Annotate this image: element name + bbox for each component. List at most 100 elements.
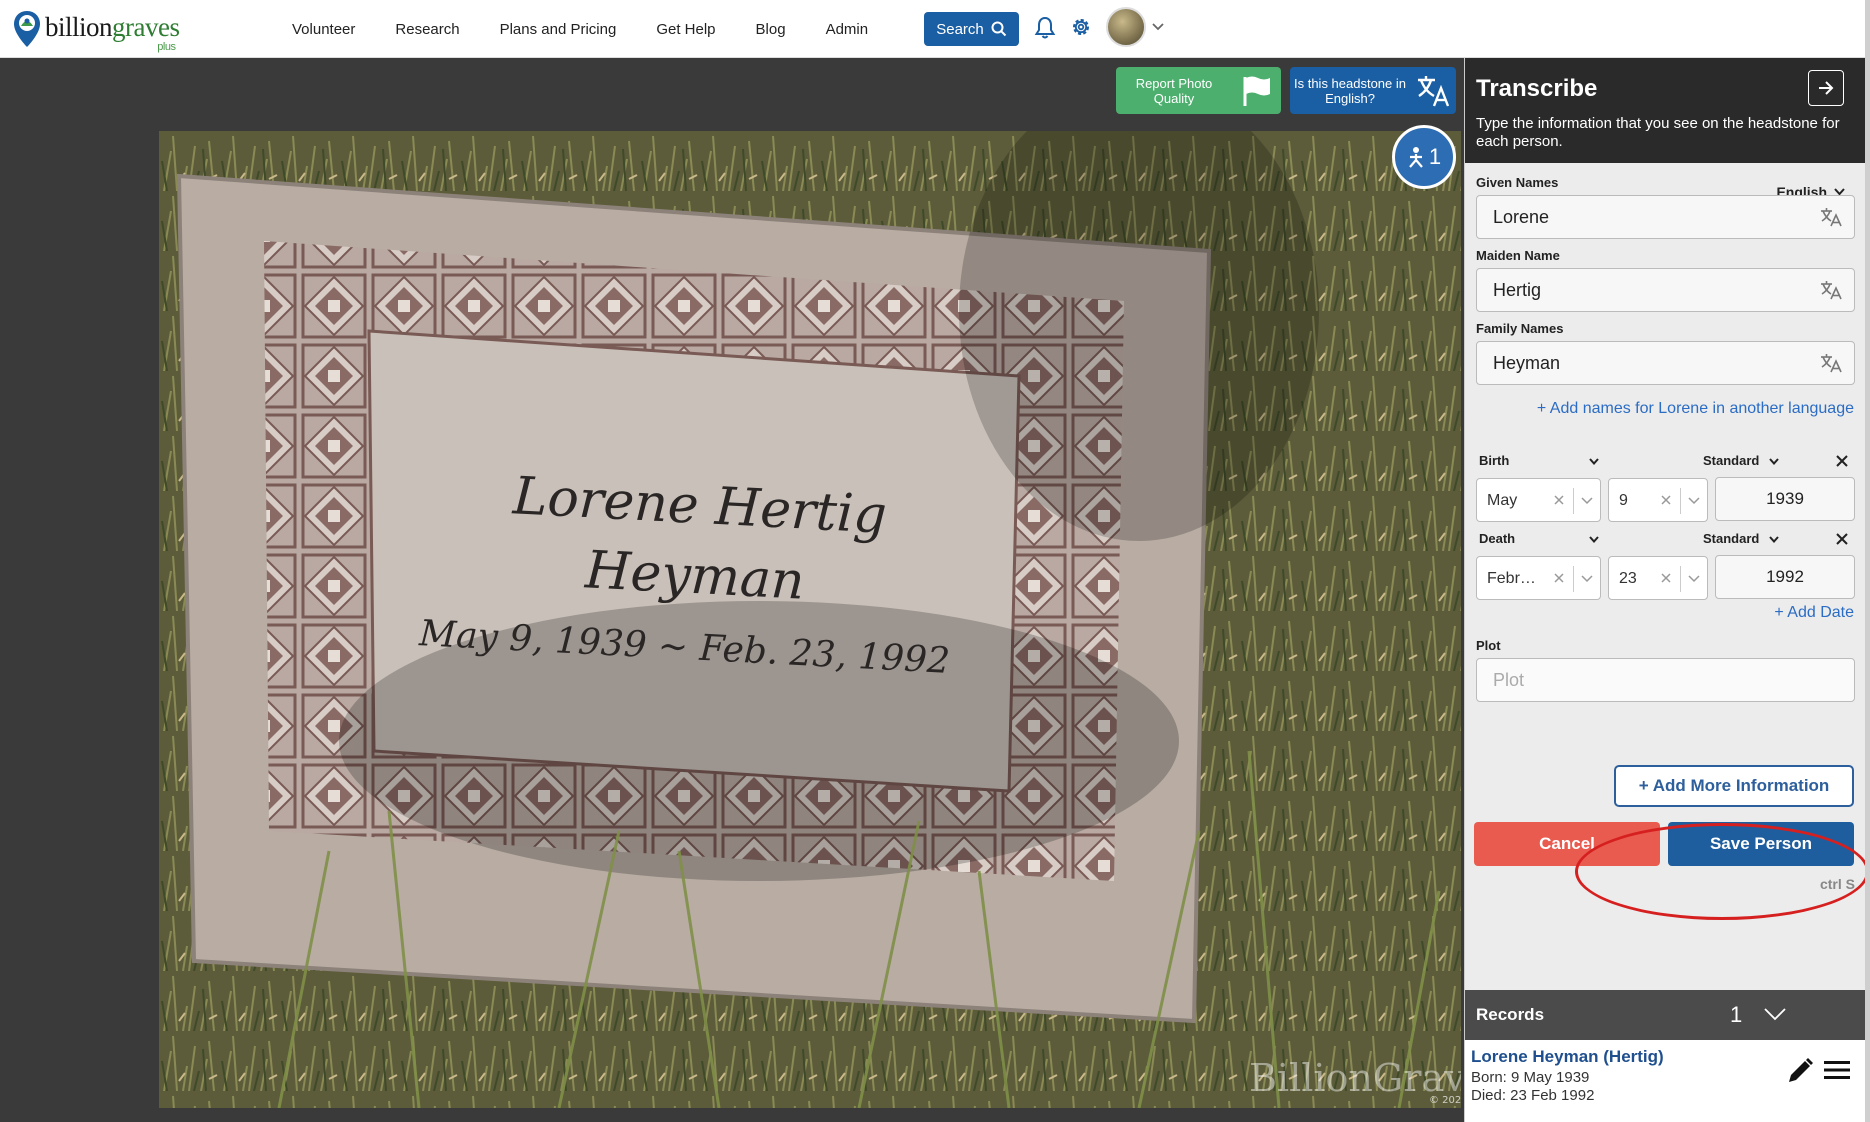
logo-wordmark-part2: graves xyxy=(112,11,180,42)
save-shortcut-hint: ctrl S xyxy=(1819,876,1855,892)
records-section-toggle[interactable]: Records 1 xyxy=(1465,990,1866,1040)
nav-research[interactable]: Research xyxy=(395,21,459,38)
cancel-button[interactable]: Cancel xyxy=(1474,822,1660,866)
user-avatar[interactable] xyxy=(1106,7,1146,47)
birth-event-select[interactable]: Birth xyxy=(1479,453,1599,473)
report-photo-quality-button[interactable]: Report Photo Quality xyxy=(1116,67,1281,114)
maiden-name-label: Maiden Name xyxy=(1476,248,1560,263)
nav-plans-and-pricing[interactable]: Plans and Pricing xyxy=(500,21,617,38)
record-born: Born: 9 May 1939 xyxy=(1471,1069,1590,1086)
add-date-link[interactable]: + Add Date xyxy=(1774,604,1854,622)
main-nav: Volunteer Research Plans and Pricing Get… xyxy=(292,0,908,58)
separator xyxy=(1573,566,1574,592)
search-button-label: Search xyxy=(936,20,984,38)
separator xyxy=(1680,488,1681,514)
chevron-down-icon xyxy=(1688,497,1700,505)
death-month-value: Febr… xyxy=(1487,570,1536,587)
hamburger-icon[interactable] xyxy=(1823,1058,1851,1082)
headstone-image: Lorene Hertig Heyman May 9, 1939 ~ Feb. … xyxy=(159,131,1461,1108)
birth-day-value: 9 xyxy=(1619,492,1628,509)
translate-icon xyxy=(1418,75,1450,106)
arrow-right-icon xyxy=(1819,81,1834,95)
logo-pin-icon xyxy=(14,11,40,47)
birth-day-select[interactable]: 9 xyxy=(1608,478,1708,522)
chevron-down-icon xyxy=(1589,458,1599,465)
death-calendar-label: Standard xyxy=(1703,531,1760,546)
chevron-down-icon xyxy=(1769,458,1779,465)
bell-icon[interactable] xyxy=(1034,16,1056,40)
chevron-down-icon xyxy=(1589,536,1599,543)
add-more-information-button[interactable]: + Add More Information xyxy=(1614,765,1854,807)
birth-calendar-label: Standard xyxy=(1703,453,1760,468)
records-title: Records xyxy=(1476,1005,1545,1024)
death-year-input[interactable] xyxy=(1715,555,1855,599)
headstone-language-label: Is this headstone in English? xyxy=(1293,75,1407,106)
separator xyxy=(1573,488,1574,514)
translate-icon[interactable] xyxy=(1820,207,1842,227)
maiden-name-input[interactable] xyxy=(1476,268,1855,312)
death-day-select[interactable]: 23 xyxy=(1608,556,1708,600)
plot-label: Plot xyxy=(1476,638,1501,653)
close-icon[interactable] xyxy=(1835,454,1849,468)
nav-volunteer[interactable]: Volunteer xyxy=(292,21,355,38)
translate-icon[interactable] xyxy=(1820,280,1842,300)
photo-copyright: © 2020 xyxy=(1429,1095,1461,1106)
nav-get-help[interactable]: Get Help xyxy=(656,21,715,38)
given-names-input[interactable] xyxy=(1476,195,1855,239)
chevron-down-icon xyxy=(1581,497,1593,505)
chevron-down-icon xyxy=(1581,575,1593,583)
chevron-down-icon xyxy=(1769,536,1779,543)
family-names-input[interactable] xyxy=(1476,341,1855,385)
transcribe-header: Transcribe Type the information that you… xyxy=(1465,58,1866,163)
birth-month-value: May xyxy=(1487,492,1518,509)
close-icon[interactable] xyxy=(1661,495,1671,505)
search-icon xyxy=(991,21,1006,37)
nav-blog[interactable]: Blog xyxy=(756,21,786,38)
close-icon[interactable] xyxy=(1835,532,1849,546)
close-icon[interactable] xyxy=(1554,573,1564,583)
chevron-down-icon[interactable] xyxy=(1152,22,1164,32)
birth-year-input[interactable] xyxy=(1715,477,1855,521)
death-event-select[interactable]: Death xyxy=(1479,531,1599,551)
report-photo-quality-label: Report Photo Quality xyxy=(1135,75,1213,106)
people-count-badge[interactable]: 1 xyxy=(1392,125,1456,189)
death-event-label: Death xyxy=(1479,531,1516,546)
photo-watermark: BillionGraves xyxy=(1249,1056,1461,1100)
person-icon xyxy=(1409,147,1423,168)
close-icon[interactable] xyxy=(1554,495,1564,505)
record-list-item: Lorene Heyman (Hertig) Born: 9 May 1939 … xyxy=(1465,1040,1866,1122)
pencil-icon[interactable] xyxy=(1785,1056,1815,1086)
billiongraves-logo[interactable]: billiongraves plus xyxy=(12,7,180,52)
transcribe-panel: Transcribe Type the information that you… xyxy=(1464,58,1866,1122)
people-count: 1 xyxy=(1428,144,1442,169)
save-person-button[interactable]: Save Person xyxy=(1668,822,1854,866)
record-name-link[interactable]: Lorene Heyman (Hertig) xyxy=(1471,1047,1664,1067)
translate-icon[interactable] xyxy=(1820,353,1842,373)
birth-calendar-select[interactable]: Standard xyxy=(1703,453,1779,473)
flag-icon xyxy=(1243,76,1270,106)
top-navigation-bar: billiongraves plus Volunteer Research Pl… xyxy=(0,0,1870,58)
stone-inscription-name2: Heyman xyxy=(583,540,806,611)
separator xyxy=(1680,566,1681,592)
given-names-label: Given Names xyxy=(1476,175,1559,190)
logo-wordmark: billiongraves plus xyxy=(45,11,180,52)
close-icon[interactable] xyxy=(1661,573,1671,583)
gear-icon[interactable] xyxy=(1069,15,1093,39)
chevron-down-icon xyxy=(1688,575,1700,583)
add-names-other-language-link[interactable]: + Add names for Lorene in another langua… xyxy=(1537,400,1854,418)
plot-input[interactable] xyxy=(1476,658,1855,702)
panel-title: Transcribe xyxy=(1476,75,1598,102)
death-day-value: 23 xyxy=(1619,570,1637,587)
headstone-language-button[interactable]: Is this headstone in English? xyxy=(1290,67,1456,114)
birth-month-select[interactable]: May xyxy=(1476,478,1601,522)
family-names-label: Family Names xyxy=(1476,321,1564,336)
headstone-photo[interactable]: Lorene Hertig Heyman May 9, 1939 ~ Feb. … xyxy=(159,131,1461,1108)
death-month-select[interactable]: Febr… xyxy=(1476,556,1601,600)
nav-admin[interactable]: Admin xyxy=(826,21,869,38)
collapse-panel-button[interactable] xyxy=(1808,70,1844,106)
search-button[interactable]: Search xyxy=(924,12,1019,46)
death-calendar-select[interactable]: Standard xyxy=(1703,531,1779,551)
birth-event-label: Birth xyxy=(1479,453,1510,468)
logo-plus-label: plus xyxy=(157,40,176,53)
logo-wordmark-part1: billion xyxy=(45,11,113,42)
